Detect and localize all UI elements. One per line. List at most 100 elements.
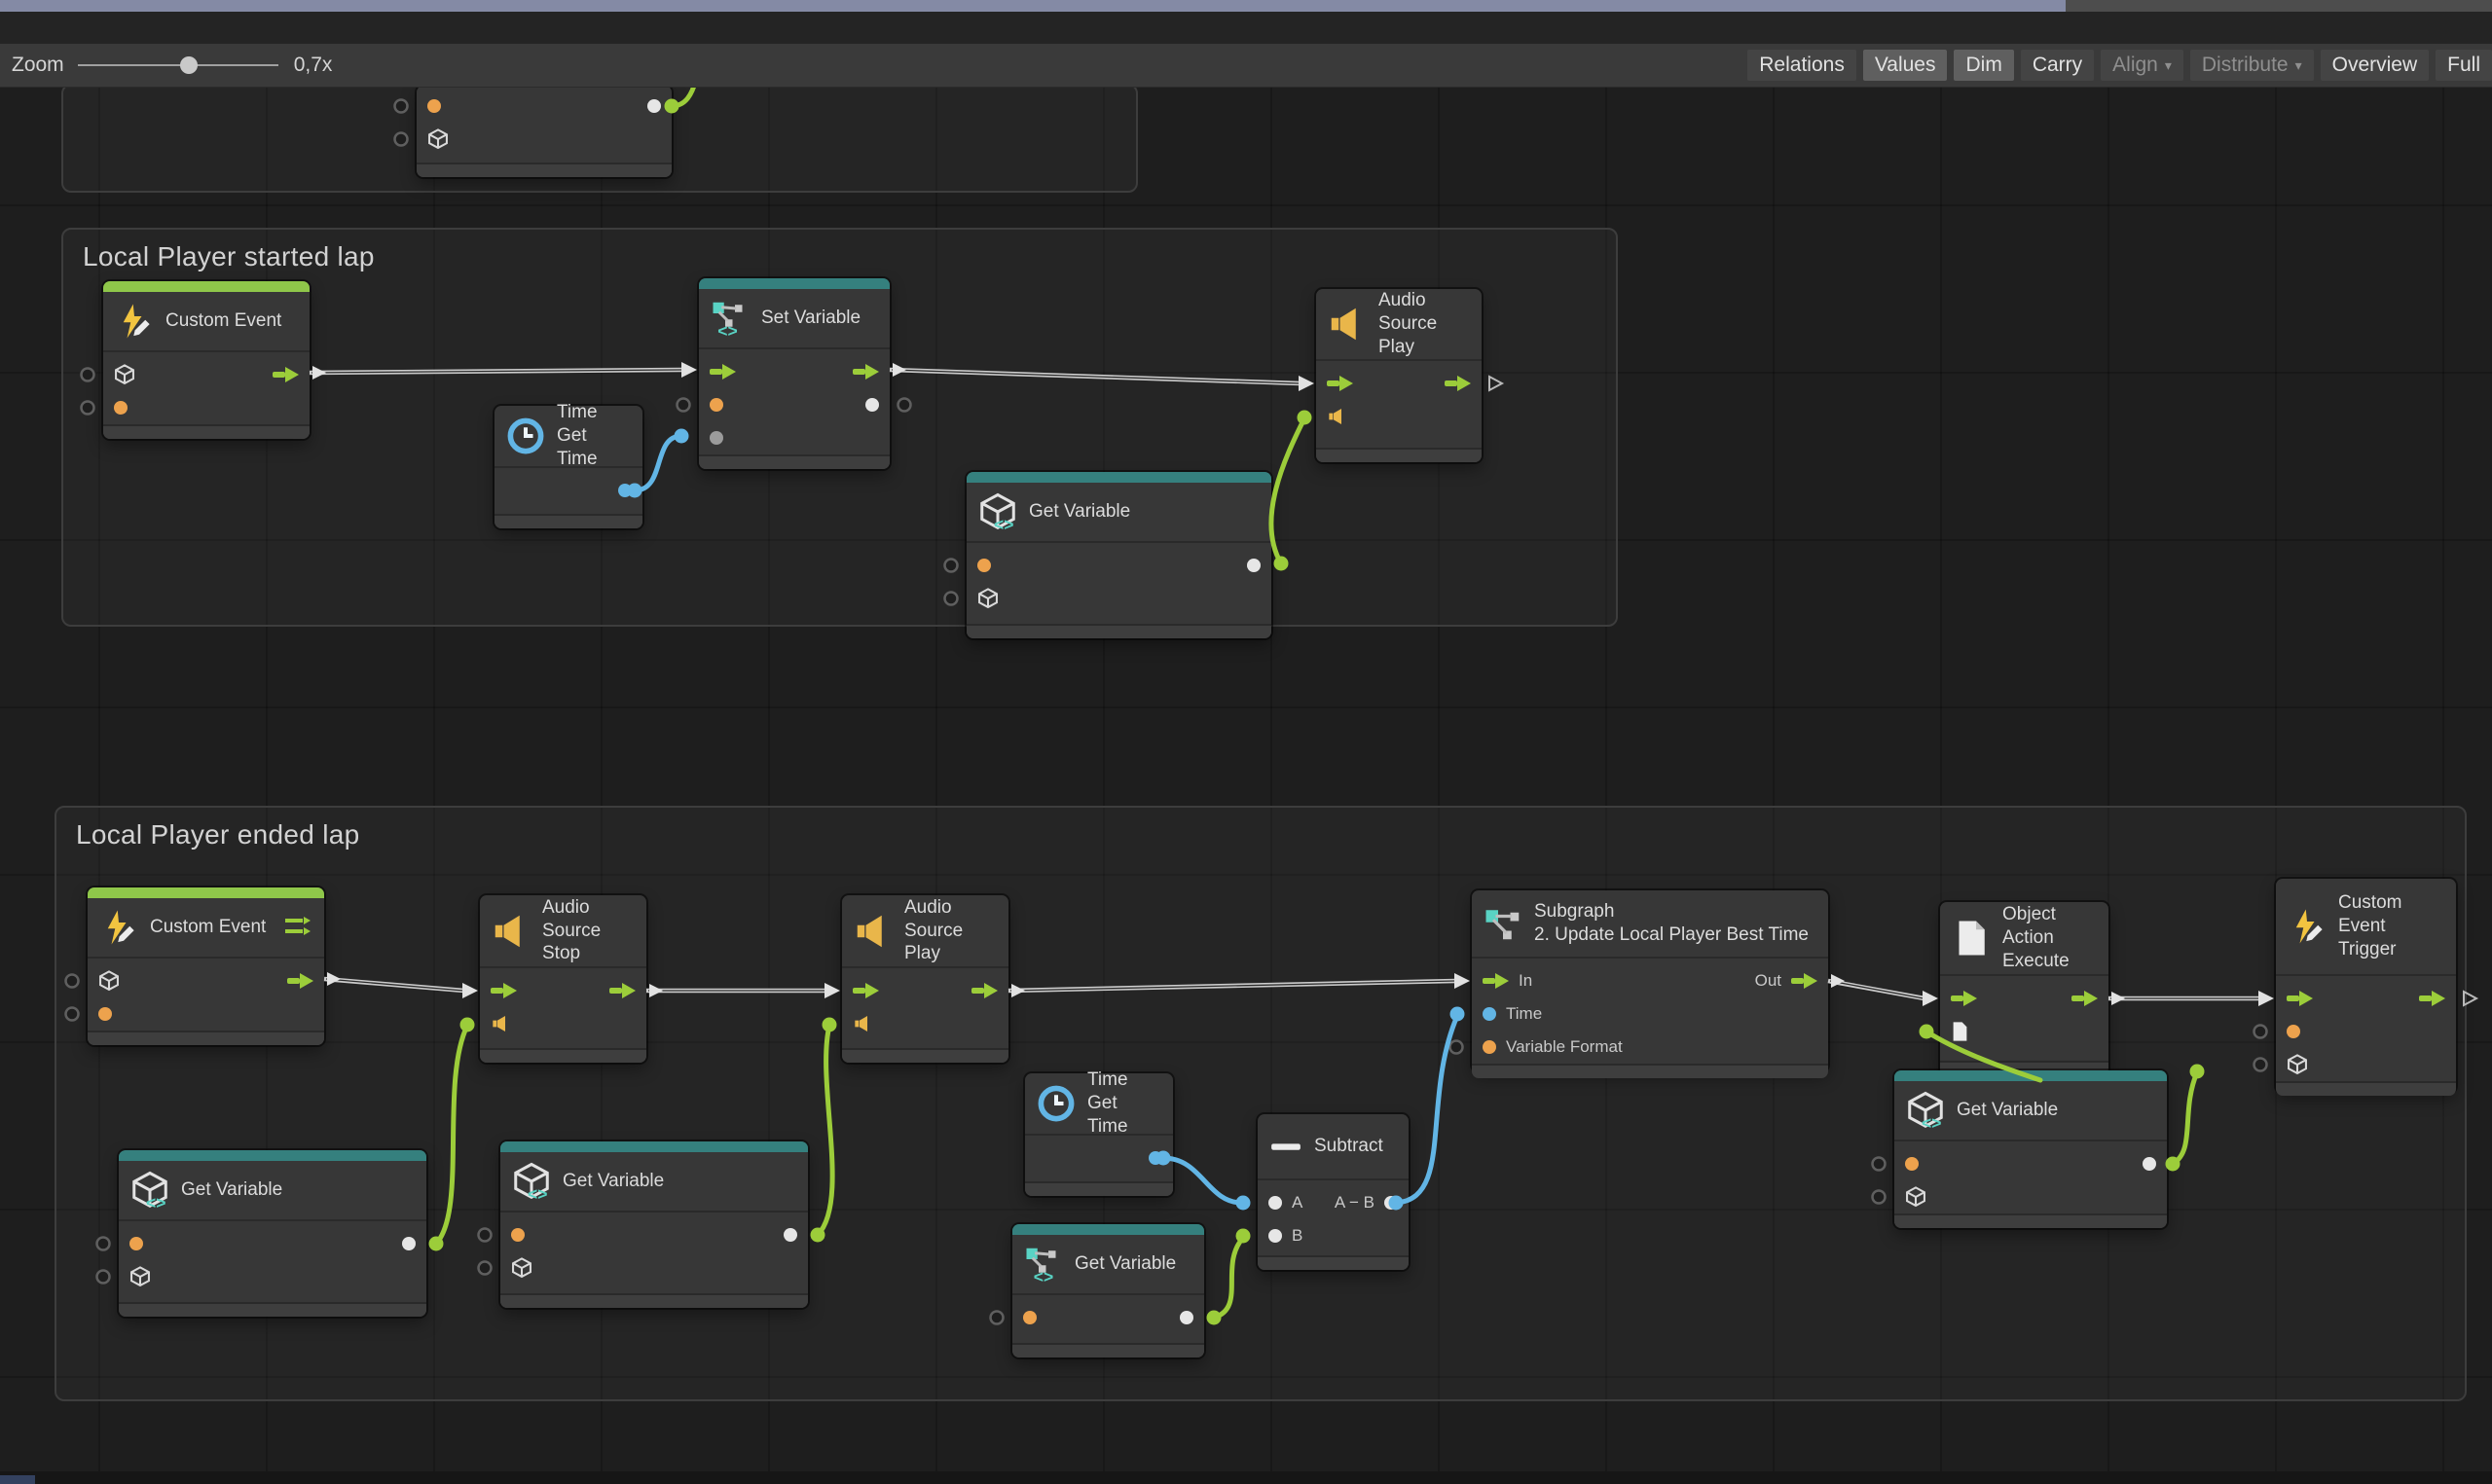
gameobject-port-icon[interactable] (1905, 1186, 1926, 1208)
node-custom-event-started[interactable]: Custom Event (103, 281, 310, 439)
port-dot-gray[interactable] (710, 431, 723, 445)
flow-port-icon[interactable] (853, 983, 879, 998)
port-dot-white[interactable] (1247, 559, 1261, 572)
node-header[interactable]: <>Get Variable (1894, 1081, 2167, 1141)
flow-port-icon[interactable] (1483, 973, 1509, 989)
node-header[interactable]: Subgraph2. Update Local Player Best Time (1472, 890, 1828, 959)
node-get-variable-ended-a[interactable]: <>Get Variable (119, 1150, 426, 1317)
node-header[interactable]: <>Set Variable (699, 289, 890, 349)
node-get-variable-graph[interactable]: <>Get Variable (1012, 1224, 1204, 1357)
node-header[interactable]: Custom Event (103, 292, 310, 352)
node-header[interactable]: Custom Event (88, 898, 324, 959)
audio-source-port-icon[interactable] (1327, 407, 1348, 426)
port-dot-white[interactable] (647, 99, 661, 113)
gameobject-port-icon[interactable] (98, 970, 120, 992)
flow-port-icon[interactable] (491, 983, 517, 998)
toolbar-button-full[interactable]: Full (2436, 50, 2492, 81)
flow-port-icon[interactable] (710, 364, 736, 380)
node-get-time-ended[interactable]: TimeGet Time (1025, 1073, 1173, 1196)
port-dot-orange[interactable] (427, 99, 441, 113)
port-dot-white[interactable] (1180, 1311, 1193, 1324)
port-dot-orange[interactable] (2287, 1025, 2300, 1038)
toolbar-button-carry[interactable]: Carry (2021, 50, 2094, 81)
flow-port-icon[interactable] (1327, 376, 1353, 391)
port-dot-blue[interactable] (618, 484, 632, 497)
flow-port-icon[interactable] (273, 367, 299, 382)
node-partial-node[interactable] (417, 86, 672, 177)
gameobject-port-icon[interactable] (2287, 1054, 2308, 1075)
node-subgraph-update-best-time[interactable]: Subgraph2. Update Local Player Best Time… (1472, 890, 1828, 1071)
flow-port-icon[interactable] (2419, 991, 2445, 1006)
node-header[interactable]: Object ActionExecute (1940, 902, 2108, 976)
node-object-action-execute[interactable]: Object ActionExecute (1940, 902, 2108, 1075)
port-dot-orange[interactable] (1023, 1311, 1037, 1324)
node-header[interactable]: Subtract (1258, 1114, 1409, 1180)
toolbar-button-dim[interactable]: Dim (1954, 50, 2013, 81)
audio-source-port-icon[interactable] (853, 1014, 874, 1033)
node-header[interactable]: <>Get Variable (119, 1161, 426, 1221)
flow-port-icon[interactable] (853, 364, 879, 380)
toolbar-button-overview[interactable]: Overview (2321, 50, 2430, 81)
node-header[interactable]: Audio SourceStop (480, 895, 646, 968)
port-dot-white[interactable] (865, 398, 879, 412)
flow-port-icon[interactable] (2287, 991, 2313, 1006)
zoom-slider-thumb[interactable] (180, 56, 198, 74)
zoom-slider[interactable] (78, 55, 278, 75)
flow-port-icon[interactable] (1791, 973, 1817, 989)
flow-port-icon[interactable] (287, 973, 313, 989)
port-dot-blue[interactable] (1483, 1007, 1496, 1021)
toolbar-button-values[interactable]: Values (1863, 50, 1948, 81)
port-dot-orange[interactable] (511, 1228, 525, 1242)
node-get-variable-ended-b[interactable]: <>Get Variable (500, 1141, 808, 1308)
node-get-time-started[interactable]: TimeGet Time (495, 406, 642, 528)
node-set-variable[interactable]: <>Set Variable (699, 278, 890, 469)
port-dot-orange[interactable] (1905, 1157, 1919, 1171)
port-dot-white[interactable] (402, 1237, 416, 1250)
node-audio-source-stop-ended[interactable]: Audio SourceStop (480, 895, 646, 1063)
flow-port-icon[interactable] (1445, 376, 1471, 391)
node-get-variable-ended-right[interactable]: <>Get Variable (1894, 1070, 2167, 1228)
port-dot-white[interactable] (1384, 1196, 1398, 1210)
object-action-port-icon[interactable] (1951, 1021, 1969, 1042)
flow-port-icon[interactable] (1951, 991, 1977, 1006)
port-dot-orange[interactable] (710, 398, 723, 412)
node-header[interactable]: TimeGet Time (495, 406, 642, 468)
flow-port-icon[interactable] (971, 983, 998, 998)
toolbar-button-distribute[interactable]: Distribute▾ (2190, 50, 2314, 81)
port-dot-blue[interactable] (1149, 1151, 1162, 1165)
port-dot-white[interactable] (784, 1228, 797, 1242)
gameobject-port-icon[interactable] (129, 1266, 151, 1287)
toolbar-button-relations[interactable]: Relations (1747, 50, 1856, 81)
port-dot-orange[interactable] (977, 559, 991, 572)
gameobject-port-icon[interactable] (511, 1257, 532, 1279)
zoom-slider-track[interactable] (78, 64, 278, 66)
node-subtract[interactable]: SubtractAA − BB (1258, 1114, 1409, 1270)
audio-source-port-icon[interactable] (491, 1014, 512, 1033)
node-header[interactable]: TimeGet Time (1025, 1073, 1173, 1136)
node-header[interactable]: <>Get Variable (500, 1152, 808, 1213)
port-dot-white[interactable] (1268, 1229, 1282, 1243)
node-header[interactable]: Custom EventTrigger (2276, 879, 2456, 976)
node-custom-event-trigger[interactable]: Custom EventTrigger (2276, 879, 2456, 1093)
node-header[interactable]: Audio SourcePlay (1316, 289, 1482, 361)
flow-port-icon[interactable] (609, 983, 636, 998)
node-body (500, 1213, 808, 1293)
node-audio-source-play-started[interactable]: Audio SourcePlay (1316, 289, 1482, 462)
node-header[interactable]: Audio SourcePlay (842, 895, 1008, 968)
node-audio-source-play-ended[interactable]: Audio SourcePlay (842, 895, 1008, 1063)
node-header[interactable]: <>Get Variable (967, 483, 1271, 543)
port-dot-orange[interactable] (98, 1007, 112, 1021)
port-dot-orange[interactable] (129, 1237, 143, 1250)
gameobject-port-icon[interactable] (977, 588, 999, 609)
port-dot-white[interactable] (1268, 1196, 1282, 1210)
toolbar-button-align[interactable]: Align▾ (2101, 50, 2183, 81)
port-dot-white[interactable] (2143, 1157, 2156, 1171)
port-dot-orange[interactable] (114, 401, 128, 415)
node-header[interactable]: <>Get Variable (1012, 1235, 1204, 1295)
node-get-variable-started[interactable]: <>Get Variable (967, 472, 1271, 638)
flow-port-icon[interactable] (2071, 991, 2098, 1006)
gameobject-port-icon[interactable] (114, 364, 135, 385)
port-dot-orange[interactable] (1483, 1040, 1496, 1054)
gameobject-port-icon[interactable] (427, 128, 449, 150)
node-custom-event-ended[interactable]: Custom Event (88, 887, 324, 1045)
